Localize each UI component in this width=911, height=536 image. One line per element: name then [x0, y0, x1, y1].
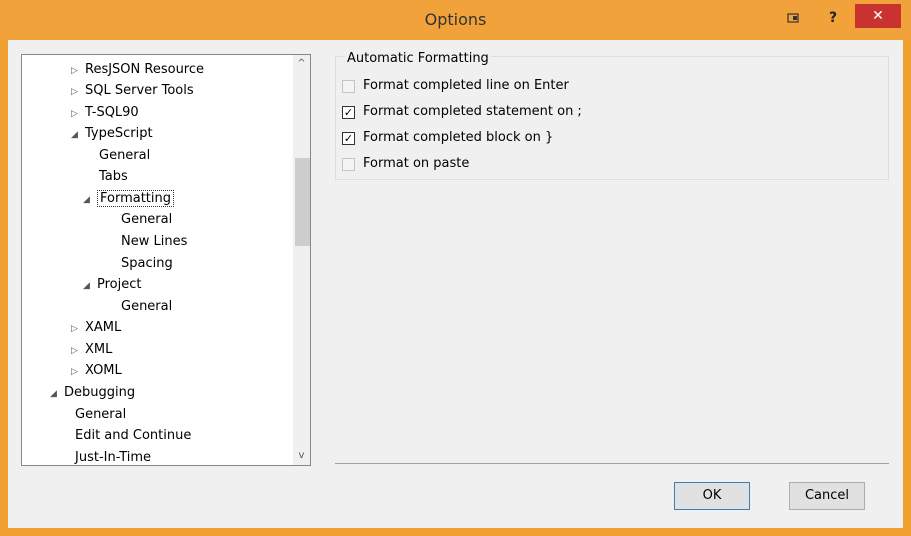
expanded-triangle-icon[interactable]: ◢ — [50, 384, 64, 404]
format-block-option[interactable]: ✓ Format completed block on } — [342, 128, 553, 148]
collapsed-triangle-icon[interactable]: ▷ — [71, 61, 85, 81]
scroll-up-arrow-icon[interactable]: ^ — [293, 55, 310, 73]
tree-item-project[interactable]: ◢ Project — [83, 275, 141, 295]
format-statement-option[interactable]: ✓ Format completed statement on ; — [342, 102, 582, 122]
tree-item-tsql90[interactable]: ▷ T-SQL90 — [71, 103, 139, 123]
options-tree[interactable]: ▷ ResJSON Resource ▷ SQL Server Tools ▷ T-S… — [21, 54, 311, 466]
format-block-checkbox[interactable]: ✓ — [342, 131, 355, 145]
tree-item-debugging-general[interactable]: General — [75, 405, 126, 425]
collapsed-triangle-icon[interactable]: ▷ — [71, 341, 85, 361]
tree-item-debugging[interactable]: ◢ Debugging — [50, 383, 135, 403]
scroll-down-arrow-icon[interactable]: v — [293, 447, 310, 465]
title-bar[interactable]: Options ? ✕ — [0, 0, 911, 40]
scroll-thumb[interactable] — [295, 158, 310, 246]
tree-item-typescript-general[interactable]: General — [99, 146, 150, 166]
tree-item-just-in-time[interactable]: Just-In-Time — [75, 448, 151, 465]
help-button[interactable]: ? — [818, 4, 848, 32]
button-separator — [335, 463, 889, 464]
ok-button[interactable]: OK — [674, 482, 750, 510]
pin-icon[interactable] — [778, 4, 808, 32]
format-line-on-enter-checkbox[interactable] — [342, 79, 355, 93]
tree-item-project-general[interactable]: General — [121, 297, 172, 317]
format-on-paste-option[interactable]: Format on paste — [342, 154, 469, 174]
tree-item-xoml[interactable]: ▷ XOML — [71, 361, 122, 381]
collapsed-triangle-icon[interactable]: ▷ — [71, 319, 85, 339]
collapsed-triangle-icon[interactable]: ▷ — [71, 82, 85, 102]
tree-item-sql-server-tools[interactable]: ▷ SQL Server Tools — [71, 81, 194, 101]
format-line-on-enter-option[interactable]: Format completed line on Enter — [342, 76, 569, 96]
close-button[interactable]: ✕ — [855, 4, 901, 28]
tree-item-xaml[interactable]: ▷ XAML — [71, 318, 121, 338]
expanded-triangle-icon[interactable]: ◢ — [83, 276, 97, 296]
tree-item-new-lines[interactable]: New Lines — [121, 232, 187, 252]
tree-item-typescript[interactable]: ◢ TypeScript — [71, 124, 153, 144]
tree-item-resjson-resource[interactable]: ▷ ResJSON Resource — [71, 60, 204, 80]
options-dialog: Options ? ✕ ▷ ResJSON Resource ▷ SQL Serve… — [0, 0, 911, 536]
expanded-triangle-icon[interactable]: ◢ — [83, 190, 97, 210]
window-title: Options — [424, 10, 487, 29]
cancel-button[interactable]: Cancel — [789, 482, 865, 510]
collapsed-triangle-icon[interactable]: ▷ — [71, 362, 85, 382]
expanded-triangle-icon[interactable]: ◢ — [71, 125, 85, 145]
automatic-formatting-label: Automatic Formatting — [345, 51, 491, 66]
tree-scrollbar[interactable]: ^ v — [293, 55, 310, 465]
tree-item-tabs[interactable]: Tabs — [99, 167, 128, 187]
tree-item-formatting-general[interactable]: General — [121, 210, 172, 230]
dialog-client-area: ▷ ResJSON Resource ▷ SQL Server Tools ▷ T-S… — [8, 40, 903, 528]
tree-item-formatting[interactable]: ◢ Formatting — [83, 189, 175, 210]
format-on-paste-checkbox[interactable] — [342, 157, 355, 171]
tree-item-xml[interactable]: ▷ XML — [71, 340, 112, 360]
tree-item-edit-and-continue[interactable]: Edit and Continue — [75, 426, 191, 446]
tree-item-spacing[interactable]: Spacing — [121, 254, 173, 274]
format-statement-checkbox[interactable]: ✓ — [342, 105, 355, 119]
collapsed-triangle-icon[interactable]: ▷ — [71, 104, 85, 124]
